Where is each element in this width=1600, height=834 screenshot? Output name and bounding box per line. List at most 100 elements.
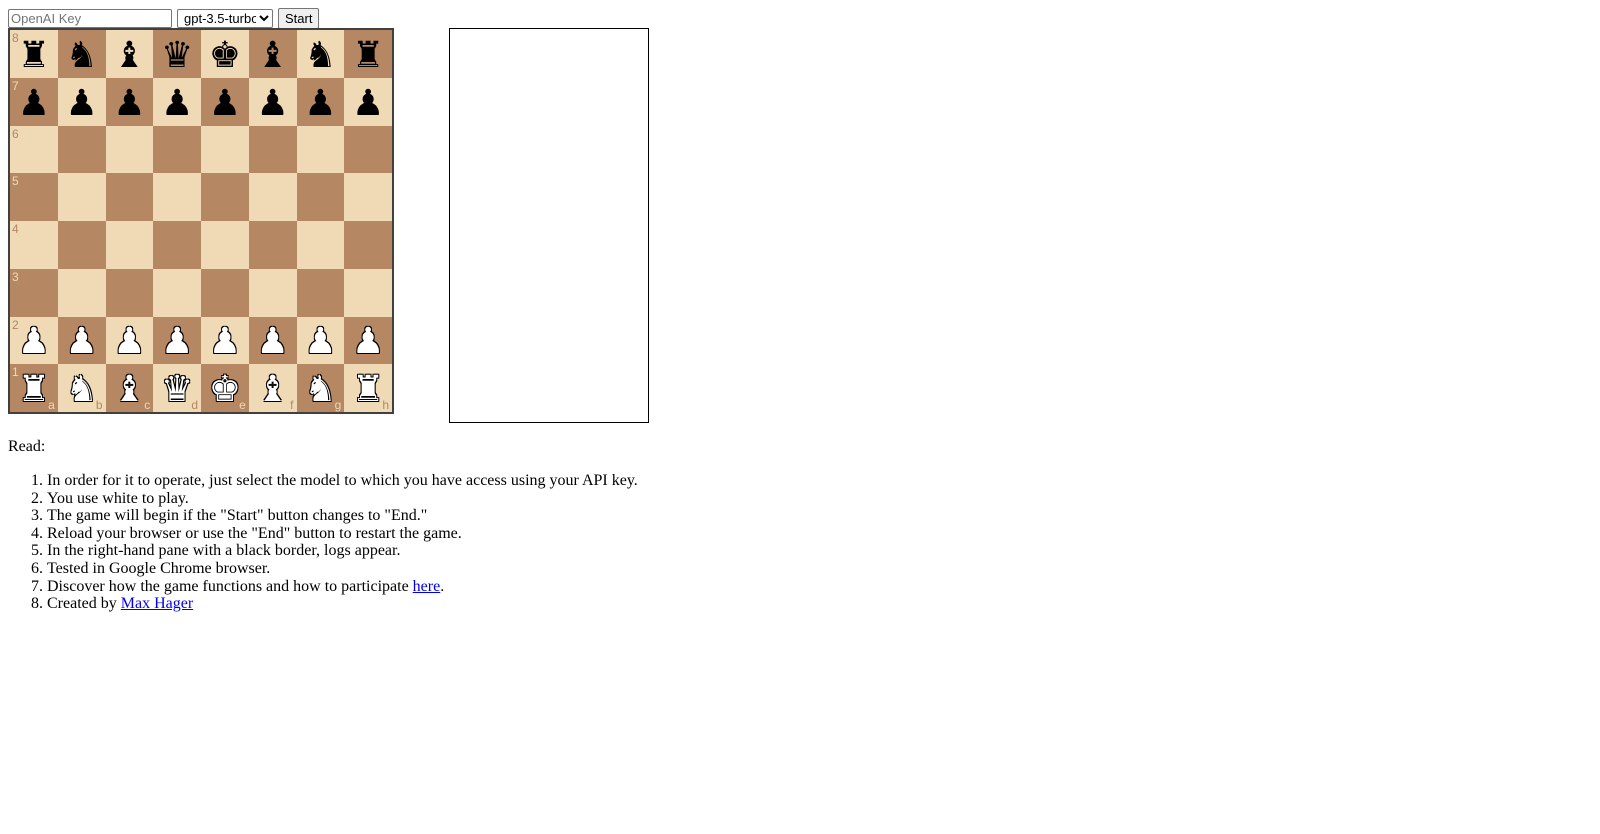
square-h6[interactable] [344,125,392,174]
square-f2[interactable]: ♟ [248,316,297,365]
square-d8[interactable]: ♛ [153,30,201,78]
square-h7[interactable]: ♟ [344,77,392,126]
square-b1[interactable]: b ♞ [57,364,106,412]
black-pawn-icon[interactable]: ♟ [113,85,145,122]
square-a2[interactable]: 2 ♟ [10,316,58,365]
black-bishop-icon[interactable]: ♝ [113,37,145,74]
square-c6[interactable] [105,125,154,174]
square-a7[interactable]: 7 ♟ [10,77,58,126]
start-button[interactable]: Start [278,8,320,29]
black-pawn-icon[interactable]: ♟ [161,85,193,122]
black-queen-icon[interactable]: ♛ [161,37,193,74]
square-f8[interactable]: ♝ [248,30,297,78]
square-g1[interactable]: g ♞ [296,364,345,412]
square-a5[interactable]: 5 [10,173,58,221]
square-d5[interactable] [153,173,201,221]
square-e1[interactable]: e ♚ [201,364,249,412]
black-bishop-icon[interactable]: ♝ [256,37,288,74]
square-a6[interactable]: 6 [10,125,58,174]
square-a3[interactable]: 3 [10,268,58,317]
square-h4[interactable] [344,221,392,269]
black-pawn-icon[interactable]: ♟ [209,85,241,122]
white-pawn-icon[interactable]: ♟ [352,324,384,360]
square-h5[interactable] [344,173,392,221]
black-king-icon[interactable]: ♚ [209,37,241,74]
black-pawn-icon[interactable]: ♟ [256,85,288,122]
square-c8[interactable]: ♝ [105,30,154,78]
square-c5[interactable] [105,173,154,221]
white-queen-icon[interactable]: ♛ [161,372,193,408]
square-b8[interactable]: ♞ [57,30,106,78]
black-knight-icon[interactable]: ♞ [65,37,97,74]
square-f4[interactable] [248,221,297,269]
square-c3[interactable] [105,268,154,317]
white-king-icon[interactable]: ♚ [209,372,241,408]
square-e5[interactable] [201,173,249,221]
square-d3[interactable] [153,268,201,317]
square-d4[interactable] [153,221,201,269]
here-link[interactable]: here [413,578,441,595]
square-h1[interactable]: h ♜ [344,364,392,412]
white-rook-icon[interactable]: ♜ [18,372,50,408]
square-d7[interactable]: ♟ [153,77,201,126]
author-link[interactable]: Max Hager [121,595,193,612]
square-c7[interactable]: ♟ [105,77,154,126]
black-pawn-icon[interactable]: ♟ [352,85,384,122]
square-g8[interactable]: ♞ [296,30,345,78]
black-pawn-icon[interactable]: ♟ [18,85,50,122]
square-b7[interactable]: ♟ [57,77,106,126]
square-g7[interactable]: ♟ [296,77,345,126]
black-knight-icon[interactable]: ♞ [304,37,336,74]
white-pawn-icon[interactable]: ♟ [256,324,288,360]
square-a4[interactable]: 4 [10,221,58,269]
square-d2[interactable]: ♟ [153,316,201,365]
white-pawn-icon[interactable]: ♟ [161,324,193,360]
square-c1[interactable]: c ♝ [105,364,154,412]
square-b2[interactable]: ♟ [57,316,106,365]
square-f6[interactable] [248,125,297,174]
model-select[interactable]: gpt-3.5-turbo [177,9,273,28]
square-d6[interactable] [153,125,201,174]
white-pawn-icon[interactable]: ♟ [65,324,97,360]
square-g2[interactable]: ♟ [296,316,345,365]
square-b5[interactable] [57,173,106,221]
white-bishop-icon[interactable]: ♝ [113,372,145,408]
white-knight-icon[interactable]: ♞ [65,372,97,408]
white-bishop-icon[interactable]: ♝ [256,372,288,408]
white-knight-icon[interactable]: ♞ [304,372,336,408]
black-pawn-icon[interactable]: ♟ [65,85,97,122]
square-f5[interactable] [248,173,297,221]
square-e2[interactable]: ♟ [201,316,249,365]
square-h8[interactable]: ♜ [344,30,392,78]
square-h2[interactable]: ♟ [344,316,392,365]
square-e6[interactable] [201,125,249,174]
openai-key-input[interactable] [8,9,172,28]
square-c4[interactable] [105,221,154,269]
square-e4[interactable] [201,221,249,269]
square-d1[interactable]: d ♛ [153,364,201,412]
square-b4[interactable] [57,221,106,269]
black-pawn-icon[interactable]: ♟ [304,85,336,122]
black-rook-icon[interactable]: ♜ [352,37,384,74]
square-e7[interactable]: ♟ [201,77,249,126]
square-g6[interactable] [296,125,345,174]
square-c2[interactable]: ♟ [105,316,154,365]
white-rook-icon[interactable]: ♜ [352,372,384,408]
square-a8[interactable]: 8 ♜ [10,30,58,78]
square-g3[interactable] [296,268,345,317]
square-h3[interactable] [344,268,392,317]
square-f1[interactable]: f ♝ [248,364,297,412]
square-b3[interactable] [57,268,106,317]
black-rook-icon[interactable]: ♜ [18,37,50,74]
square-g4[interactable] [296,221,345,269]
white-pawn-icon[interactable]: ♟ [304,324,336,360]
square-e3[interactable] [201,268,249,317]
white-pawn-icon[interactable]: ♟ [18,324,50,360]
square-a1[interactable]: 1 a ♜ [10,364,58,412]
square-f3[interactable] [248,268,297,317]
white-pawn-icon[interactable]: ♟ [209,324,241,360]
square-b6[interactable] [57,125,106,174]
square-e8[interactable]: ♚ [201,30,249,78]
square-f7[interactable]: ♟ [248,77,297,126]
square-g5[interactable] [296,173,345,221]
